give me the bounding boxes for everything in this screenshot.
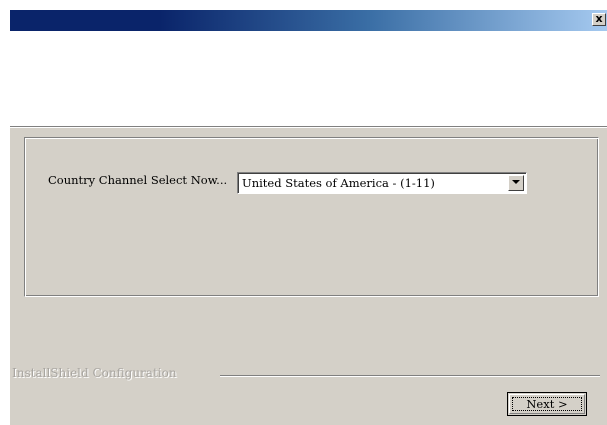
chevron-down-icon — [512, 180, 520, 184]
close-icon: x — [595, 12, 603, 25]
installer-dialog: x Country Channel Select Now... United S… — [9, 10, 607, 425]
dropdown-button[interactable] — [508, 175, 524, 191]
close-button[interactable]: x — [592, 13, 606, 26]
header-panel — [10, 31, 607, 126]
country-channel-value: United States of America - (1-11) — [242, 176, 435, 190]
header-divider — [10, 126, 607, 128]
next-button-focus: Next > — [512, 397, 582, 411]
footer-divider — [220, 375, 600, 377]
country-channel-select[interactable]: United States of America - (1-11) — [237, 172, 527, 194]
settings-group — [24, 137, 599, 297]
next-button-label: Next > — [526, 397, 568, 411]
title-bar[interactable]: x — [10, 10, 607, 31]
next-button[interactable]: Next > — [507, 392, 587, 416]
installshield-brand-label: InstallShield Configuration — [12, 366, 177, 380]
country-channel-label: Country Channel Select Now... — [48, 173, 228, 187]
